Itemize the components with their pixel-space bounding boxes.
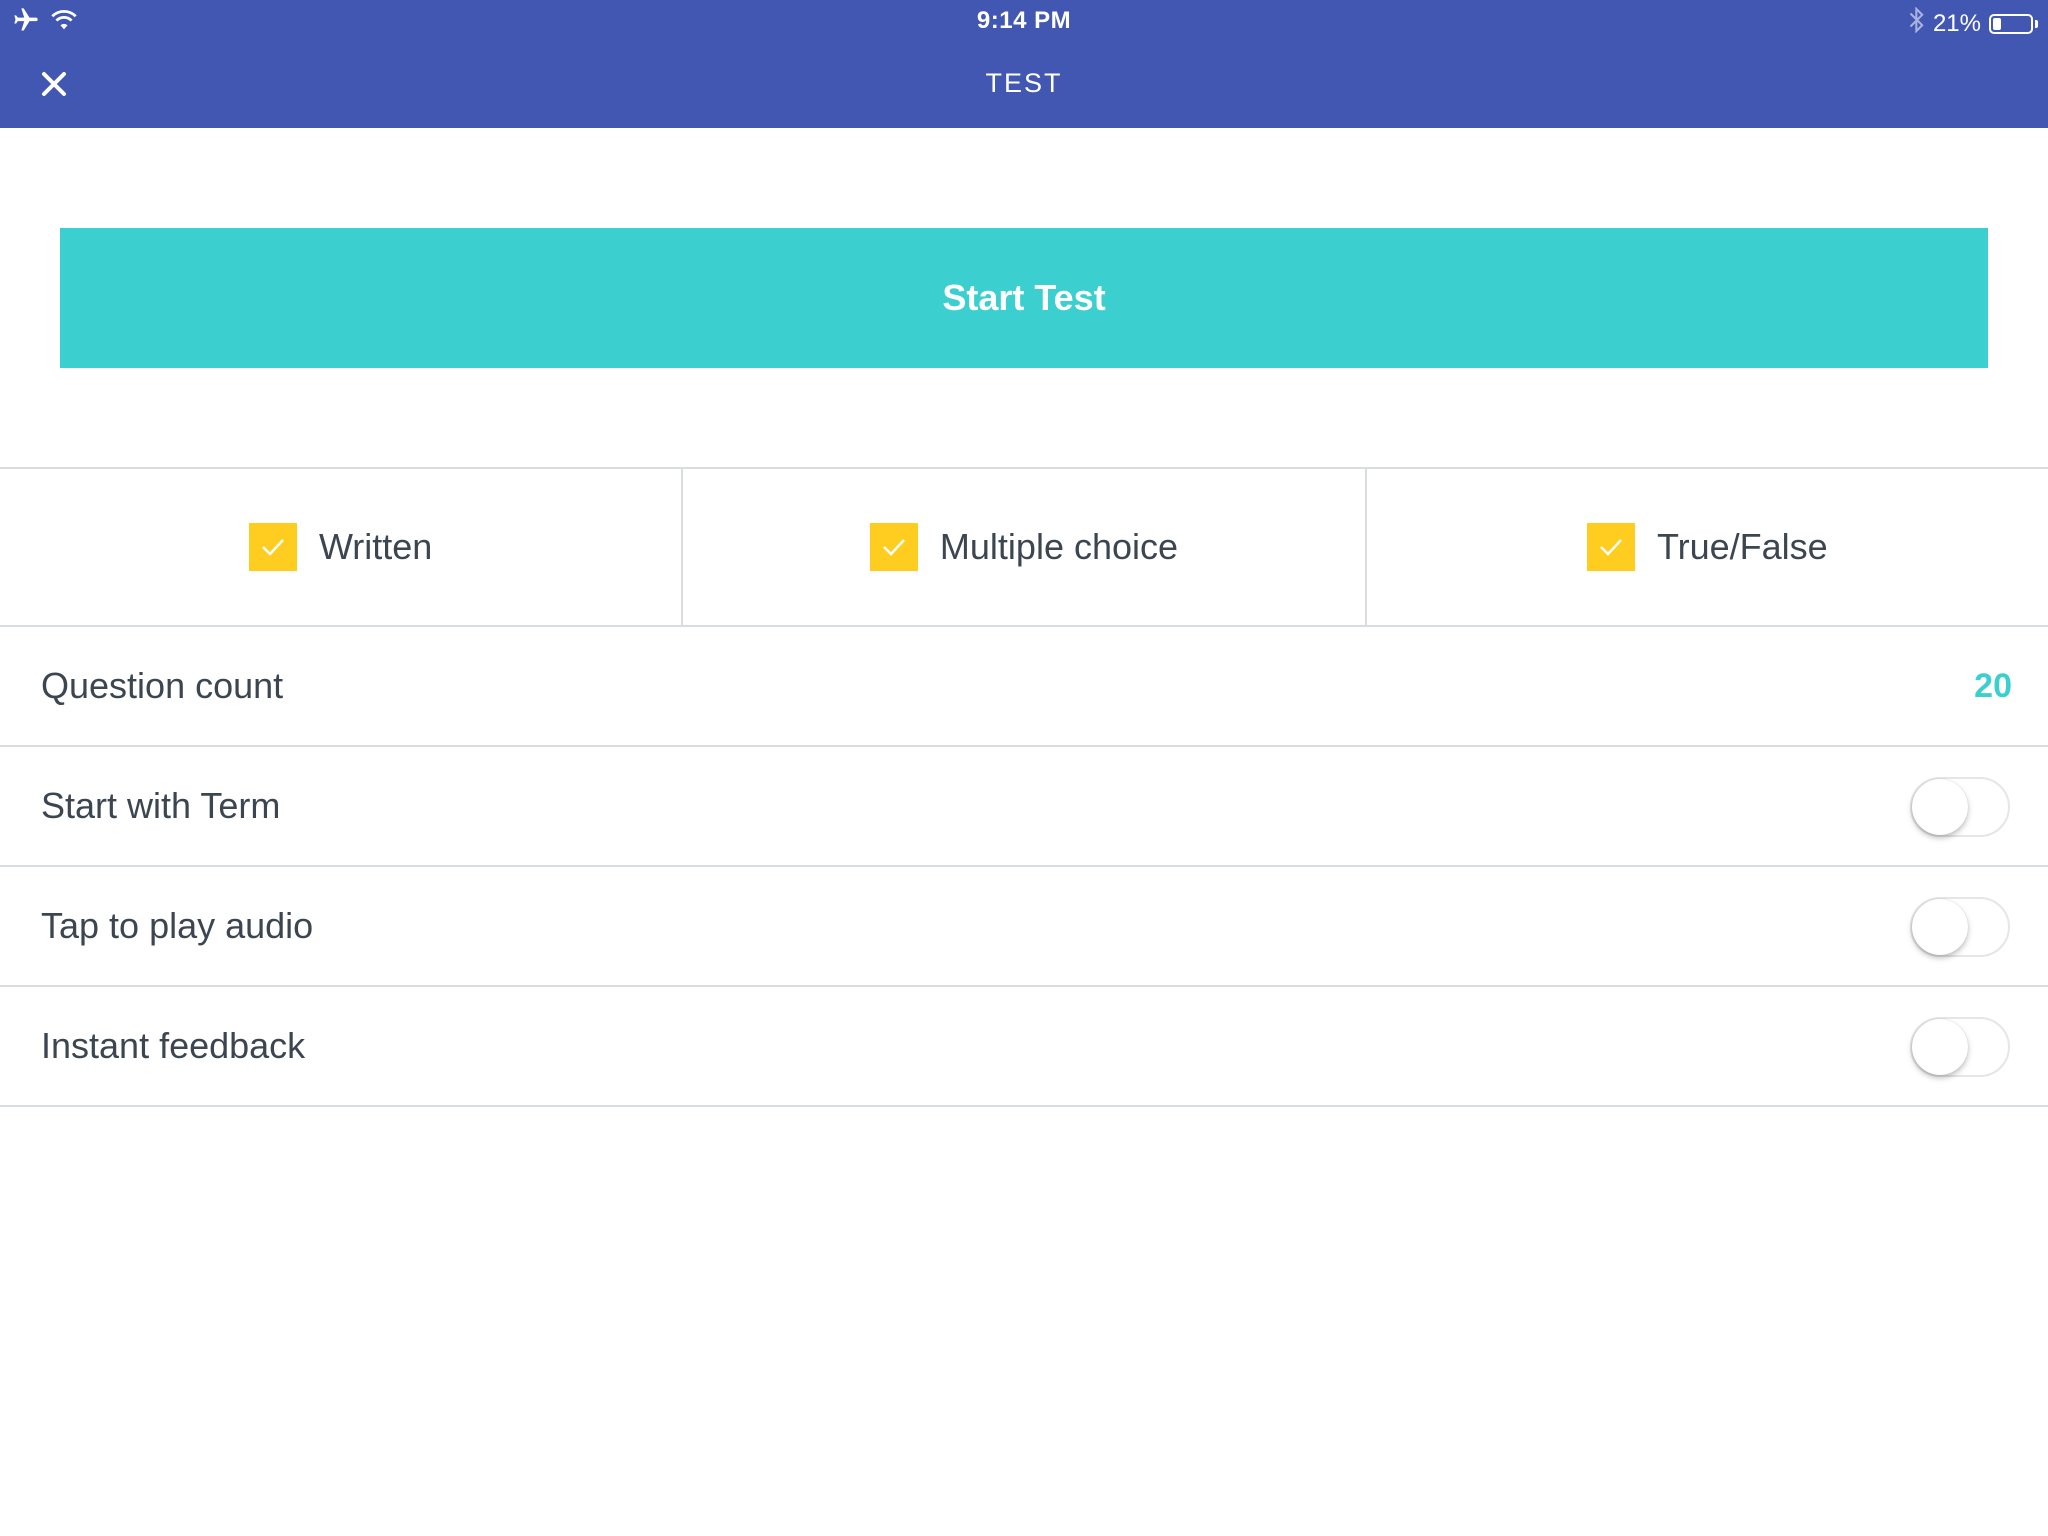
question-type-label: Written: [318, 526, 433, 567]
question-type-label: Multiple choice: [939, 526, 1179, 567]
instant-feedback-toggle[interactable]: [1910, 1017, 2010, 1077]
app-header: 9:14 PM 21% TEST: [0, 0, 2048, 128]
battery-percent: 21%: [1932, 9, 1981, 37]
question-count-value[interactable]: 20: [1974, 627, 2012, 745]
question-type-multiple-choice[interactable]: Multiple choice: [683, 469, 1367, 625]
status-right: 21%: [1909, 6, 2038, 40]
battery-nub: [2035, 19, 2038, 28]
toggle-knob: [1912, 1019, 1968, 1075]
status-time: 9:14 PM: [976, 7, 1072, 34]
question-type-true-false[interactable]: True/False: [1367, 469, 2048, 625]
tap-to-play-audio-toggle[interactable]: [1910, 897, 2010, 957]
setting-label: Tap to play audio: [41, 905, 314, 946]
setting-label: Start with Term: [41, 785, 281, 826]
toggle-knob: [1912, 779, 1968, 835]
battery-fill: [1993, 17, 2001, 30]
checkbox-written[interactable]: [248, 523, 297, 571]
battery-icon: [1989, 13, 2033, 34]
page-title: TEST: [985, 68, 1063, 98]
setting-question-count[interactable]: Question count 20: [0, 627, 2048, 747]
checkbox-multiple-choice[interactable]: [869, 523, 918, 571]
checkmark-icon: [1600, 539, 1622, 556]
setting-instant-feedback: Instant feedback: [0, 987, 2048, 1107]
question-type-label: True/False: [1656, 526, 1828, 567]
question-type-row: Written Multiple choice True/False: [0, 467, 2048, 627]
checkbox-true-false[interactable]: [1586, 523, 1635, 571]
checkmark-icon: [262, 539, 284, 556]
status-bar: 9:14 PM 21%: [0, 0, 2048, 40]
setting-tap-to-play-audio: Tap to play audio: [0, 867, 2048, 987]
setting-start-with-term: Start with Term: [0, 747, 2048, 867]
question-type-written[interactable]: Written: [0, 469, 684, 625]
bluetooth-icon: [1909, 6, 1925, 40]
setting-label: Instant feedback: [41, 1025, 306, 1066]
checkmark-icon: [883, 539, 905, 556]
start-test-button[interactable]: Start Test: [60, 228, 1988, 368]
toggle-knob: [1912, 899, 1968, 955]
start-with-term-toggle[interactable]: [1910, 777, 2010, 837]
setting-label: Question count: [41, 665, 284, 706]
